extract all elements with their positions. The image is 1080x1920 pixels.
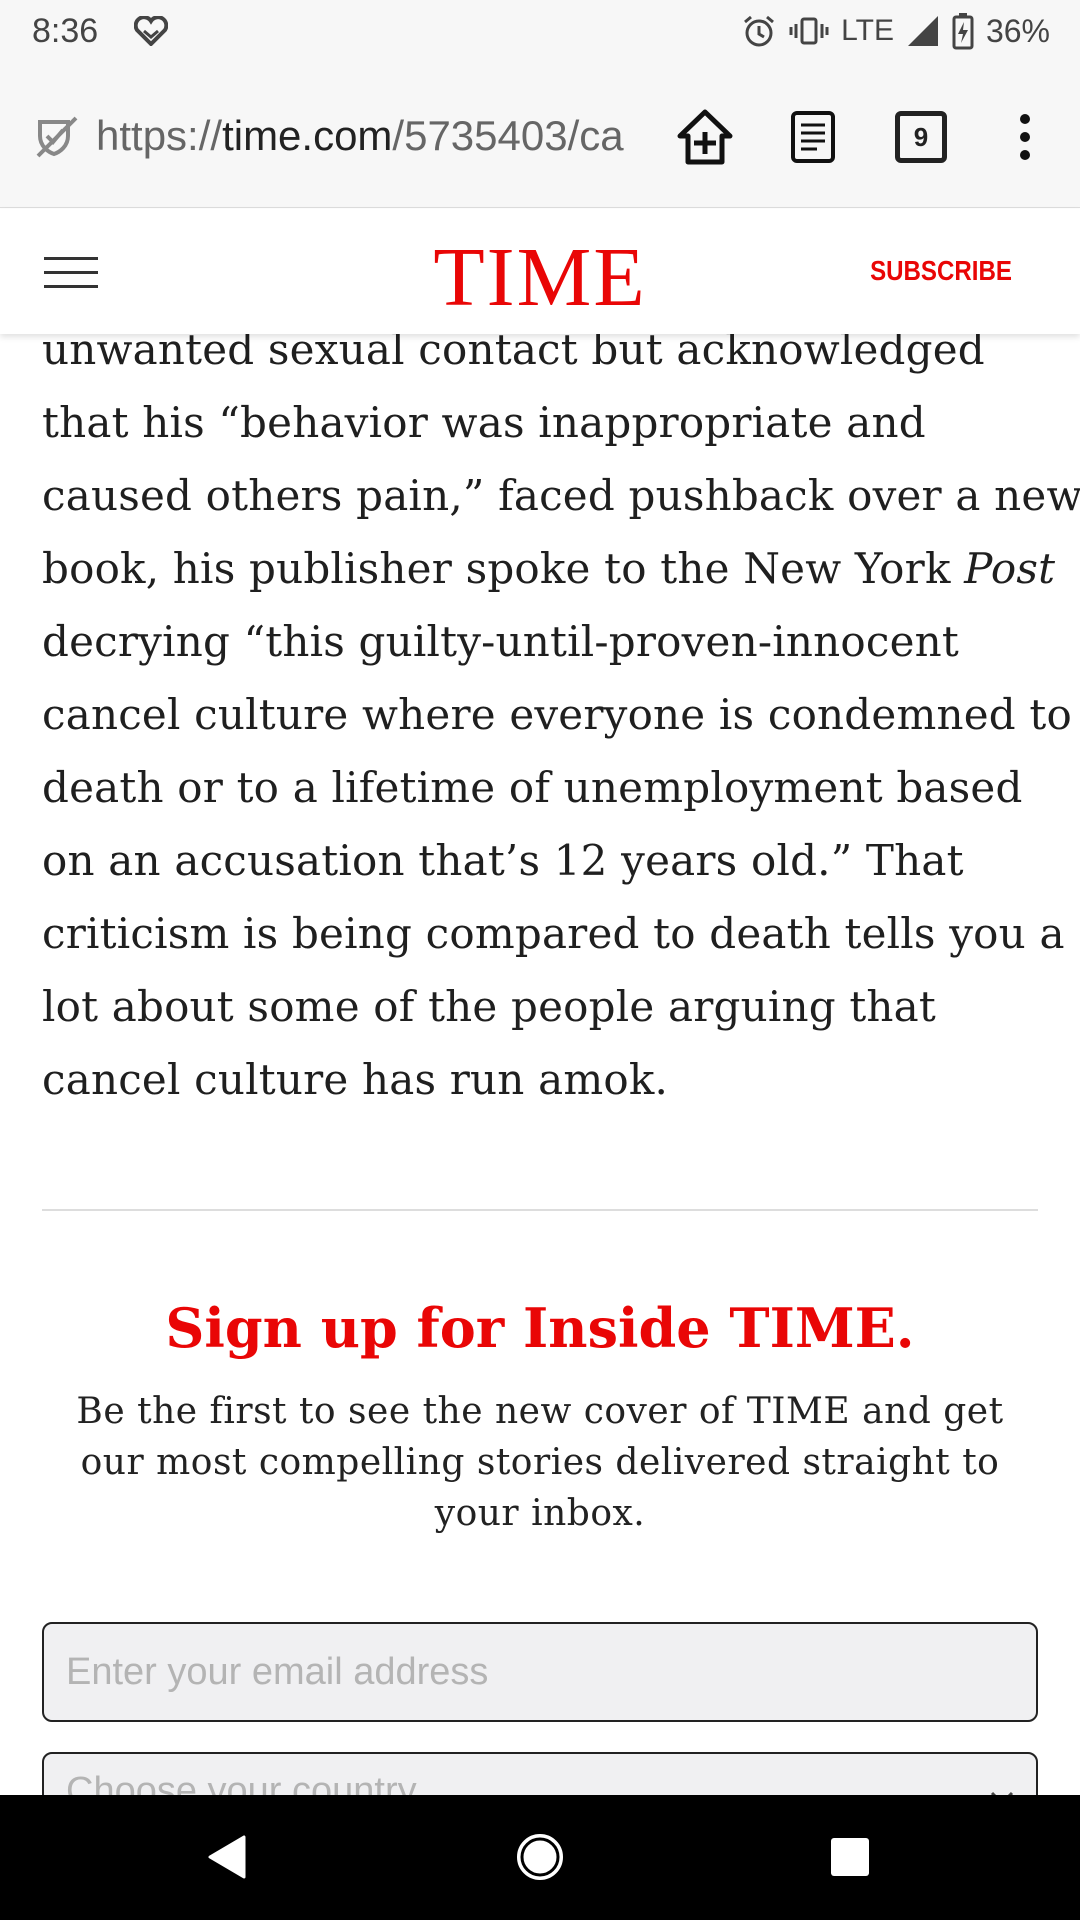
- reader-mode-button[interactable]: [780, 104, 846, 170]
- newsletter-title: Sign up for Inside TIME.: [165, 1296, 915, 1360]
- article-line: death or to a lifetime of unemployment b…: [42, 763, 1023, 812]
- article-line: on an accusation that’s 12 years old.” T…: [42, 836, 964, 885]
- url-scheme: https://: [96, 112, 223, 159]
- browser-toolbar: https://time.com/5735403/ca 9: [0, 62, 1080, 208]
- battery-charging-icon: [952, 13, 974, 50]
- subscribe-link[interactable]: SUBSCRIBE: [870, 255, 1012, 287]
- system-navigation-bar: [0, 1795, 1080, 1920]
- battery-level: 36%: [985, 12, 1050, 49]
- home-nav-button[interactable]: [510, 1827, 570, 1887]
- connection-not-secure-icon[interactable]: [34, 114, 80, 160]
- reader-mode-icon: [791, 111, 835, 163]
- home-icon: [677, 109, 733, 165]
- article-line-text: book, his publisher spoke to the New Yor…: [42, 544, 965, 593]
- tab-count: 9: [895, 111, 947, 163]
- publication-name: Post: [964, 544, 1056, 593]
- article-line: that his “behavior was inappropriate and: [42, 398, 926, 447]
- recents-square-icon: [831, 1838, 869, 1876]
- status-time: 8:36: [32, 12, 99, 50]
- article-paragraph: unwanted sexual contact but acknowledged…: [42, 313, 1080, 1116]
- site-header: TIME SUBSCRIBE: [0, 209, 1080, 334]
- article-line: lot about some of the people arguing tha…: [42, 982, 936, 1031]
- article-line: cancel culture where everyone is condemn…: [42, 690, 1072, 739]
- heart-notification-icon: [134, 16, 168, 46]
- home-circle-icon: [517, 1834, 563, 1880]
- status-icons: LTE 36%: [741, 10, 1050, 52]
- article-line: book, his publisher spoke to the New Yor…: [42, 532, 1055, 605]
- recents-button[interactable]: [820, 1827, 880, 1887]
- article-line: caused others pain,” faced pushback over…: [42, 471, 1080, 520]
- article-line: decrying “this guilty-until-proven-innoc…: [42, 617, 959, 666]
- back-triangle-icon: [208, 1835, 246, 1879]
- alarm-icon: [744, 15, 775, 47]
- section-divider: [42, 1209, 1038, 1211]
- more-vertical-icon: [1020, 114, 1030, 160]
- overflow-menu-button[interactable]: [992, 104, 1058, 170]
- article-line: criticism is being compared to death tel…: [42, 909, 1065, 958]
- back-button[interactable]: [196, 1827, 256, 1887]
- article-line: cancel culture has run amok.: [42, 1055, 669, 1104]
- email-input[interactable]: [42, 1622, 1038, 1722]
- newsletter-description: Be the first to see the new cover of TIM…: [76, 1391, 1004, 1534]
- url-path: /5735403/ca: [392, 112, 624, 159]
- url-field[interactable]: https://time.com/5735403/ca: [96, 112, 646, 162]
- url-domain: time.com: [222, 112, 393, 159]
- signal-icon: [907, 16, 938, 46]
- status-bar: 8:36 LTE 36%: [0, 0, 1080, 62]
- home-button[interactable]: [672, 104, 738, 170]
- network-type: LTE: [841, 14, 894, 47]
- tab-switcher-button[interactable]: 9: [888, 104, 954, 170]
- article-body: unwanted sexual contact but acknowledged…: [42, 313, 1080, 1116]
- vibrate-icon: [789, 17, 829, 45]
